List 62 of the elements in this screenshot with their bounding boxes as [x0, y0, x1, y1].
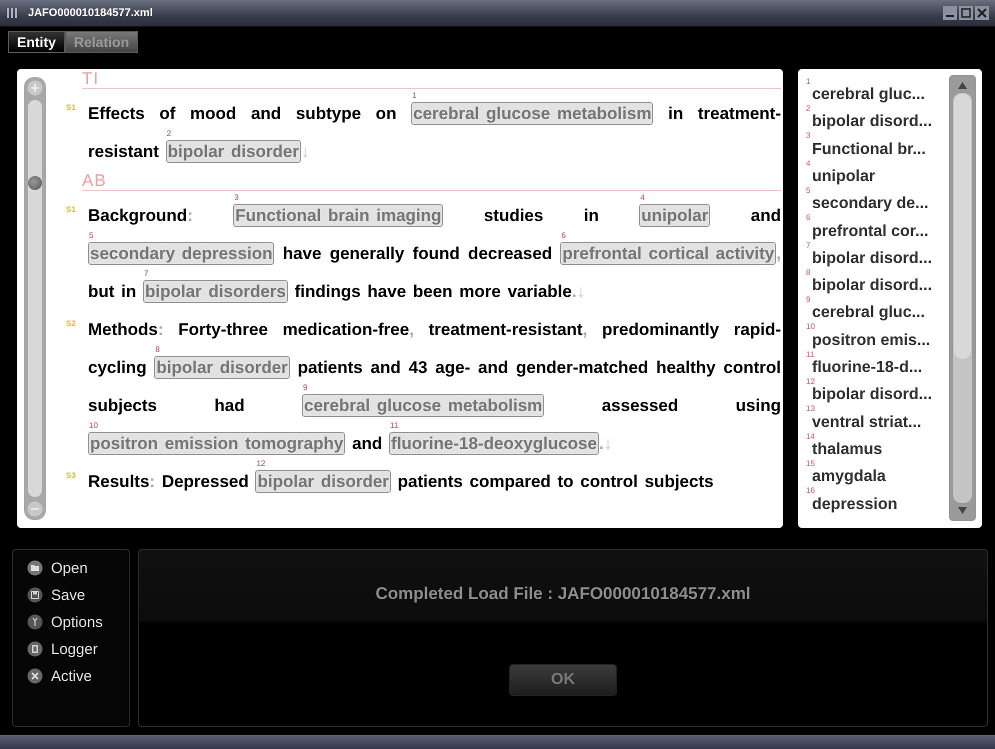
entity-number: 9	[806, 295, 810, 304]
entity-list-item[interactable]: bipolar disord...	[812, 386, 932, 404]
folder-icon	[27, 560, 43, 576]
close-button[interactable]	[975, 6, 989, 20]
menu-item[interactable]: Open	[27, 560, 88, 577]
entity-number: 7	[144, 268, 148, 278]
entity-list-item[interactable]: thalamus	[812, 440, 882, 459]
grip-icon	[6, 6, 18, 19]
entity-list-item[interactable]: unipolar	[812, 168, 876, 186]
entity-number: 2	[806, 104, 810, 114]
entity-number: 8	[806, 268, 810, 277]
entity-list-item[interactable]: Functional br...	[812, 140, 926, 159]
entity-number: 16	[806, 486, 815, 496]
maximize-button[interactable]	[959, 6, 973, 20]
section-label: TI	[82, 68, 781, 89]
entity-number: 7	[806, 240, 810, 250]
entity-list-item[interactable]: amygdala	[812, 468, 886, 486]
section-label: AB	[82, 170, 781, 191]
menu-item[interactable]: Save	[27, 586, 86, 604]
entity-list-item[interactable]: secondary de...	[812, 195, 928, 214]
menu-item[interactable]: Active	[27, 668, 92, 685]
entity-list-item[interactable]: prefrontal cor...	[812, 222, 928, 241]
entity-number: 11	[806, 350, 814, 359]
entity-number: 2	[166, 128, 172, 138]
entity-number: 6	[806, 213, 810, 222]
window-title: JAFO000010184577.xml	[28, 6, 154, 19]
sentence-marker: S1	[66, 204, 76, 214]
menu-item[interactable]: Logger	[27, 640, 98, 658]
entity-number: 4	[806, 158, 810, 168]
entity-number: 11	[390, 420, 398, 430]
entity-list-item[interactable]: depression	[812, 496, 898, 514]
tab[interactable]: Entity	[8, 30, 65, 53]
entity-number: 14	[806, 432, 815, 441]
entity-list-item[interactable]: bipolar disord...	[812, 113, 932, 132]
entity-list-item[interactable]: positron emis...	[812, 332, 930, 350]
entity-list-item[interactable]: cerebral gluc...	[812, 86, 925, 104]
entity-list-item[interactable]: bipolar disord...	[812, 250, 932, 268]
entity-number: 3	[806, 131, 810, 140]
entity-number: 15	[806, 458, 815, 468]
entity-number: 9	[302, 382, 308, 392]
minimize-button[interactable]	[943, 6, 957, 20]
sentence-marker: S1	[66, 102, 76, 112]
entity-number: 10	[89, 420, 98, 430]
entity-number: 1	[806, 76, 810, 86]
entity-number: 12	[806, 377, 815, 386]
status-message: Completed Load File : JAFO000010184577.xml	[375, 584, 751, 604]
entity-list-item[interactable]: ventral striat...	[812, 414, 922, 432]
sentence-marker: S3	[66, 470, 76, 480]
entity-number: 10	[806, 322, 815, 332]
entity-number: 5	[89, 230, 94, 240]
x-circle-icon	[27, 668, 43, 684]
entity-number: 8	[155, 344, 160, 354]
floppy-disk-icon	[27, 587, 43, 604]
entity-number: 5	[806, 186, 810, 195]
entity-list-item[interactable]: cerebral gluc...	[812, 304, 925, 322]
menu-item[interactable]: Options	[27, 614, 103, 631]
entity-number: 13	[806, 404, 815, 414]
sentence-marker: S2	[66, 318, 76, 328]
entity-number: 6	[561, 230, 566, 240]
scrollbar[interactable]	[949, 74, 976, 521]
entity-list-item[interactable]: bipolar disord...	[812, 277, 932, 296]
entity-list-item[interactable]: fluorine-18-d...	[812, 359, 922, 378]
